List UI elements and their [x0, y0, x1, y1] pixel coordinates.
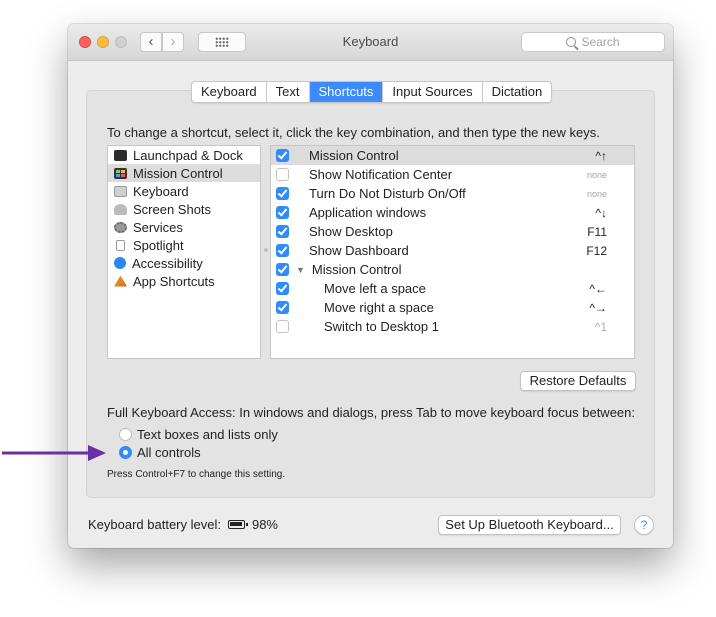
shortcut-key[interactable]: ^→ — [589, 301, 607, 315]
shortcut-row[interactable]: Mission Control ^↑ — [271, 146, 634, 165]
control-f7-hint: Press Control+F7 to change this setting. — [107, 469, 286, 480]
tab-bar: Keyboard Text Shortcuts Input Sources Di… — [191, 81, 553, 103]
mission-control-icon — [114, 167, 127, 179]
shortcut-checkbox[interactable] — [276, 244, 289, 257]
launchpad-icon — [114, 149, 127, 161]
shortcut-checkbox[interactable] — [276, 206, 289, 219]
battery-value: 98% — [251, 517, 278, 532]
shortcut-label: Show Desktop — [309, 224, 393, 239]
shortcut-checkbox[interactable] — [276, 149, 289, 162]
category-item-services[interactable]: Services — [108, 218, 260, 236]
shortcut-checkbox[interactable] — [276, 168, 289, 181]
category-label: Screen Shots — [133, 201, 212, 217]
preferences-window: ‹ › Keyboard Search Keyboard Text Shortc… — [68, 24, 673, 548]
shortcut-key[interactable]: F12 — [586, 244, 607, 258]
tab-dictation[interactable]: Dictation — [483, 82, 552, 102]
category-item-screen-shots[interactable]: Screen Shots — [108, 200, 260, 218]
setup-bluetooth-keyboard-button[interactable]: Set Up Bluetooth Keyboard... — [438, 515, 621, 535]
shortcut-row[interactable]: Switch to Desktop 1 ^1 — [271, 317, 634, 336]
radio-label: Text boxes and lists only — [137, 427, 278, 442]
shortcut-checkbox[interactable] — [276, 187, 289, 200]
keyboard-icon — [114, 185, 127, 197]
radio-label: All controls — [137, 445, 201, 460]
shortcut-checkbox[interactable] — [276, 282, 289, 295]
radio-text-boxes[interactable]: Text boxes and lists only — [119, 427, 278, 442]
gear-icon — [114, 221, 127, 233]
shortcut-row[interactable]: Show Dashboard F12 — [271, 241, 634, 260]
category-label: Services — [133, 219, 183, 235]
category-item-app-shortcuts[interactable]: App Shortcuts — [108, 272, 260, 290]
shortcut-list: Mission Control ^↑ Show Notification Cen… — [270, 145, 635, 359]
search-field[interactable]: Search — [521, 32, 665, 52]
shortcut-label: Show Dashboard — [309, 243, 409, 258]
disclosure-triangle-icon[interactable]: ▼ — [296, 265, 305, 275]
shortcut-label: Switch to Desktop 1 — [324, 319, 439, 334]
instruction-text: To change a shortcut, select it, click t… — [107, 125, 600, 140]
shortcut-label: Move left a space — [324, 281, 426, 296]
search-placeholder: Search — [581, 35, 620, 49]
shortcut-group-row[interactable]: ▼ Mission Control — [271, 260, 634, 279]
radio-all-controls[interactable]: All controls — [119, 445, 201, 460]
category-list: Launchpad & Dock Mission Control Keyboar… — [107, 145, 261, 359]
battery-level: Keyboard battery level: 98% — [88, 517, 278, 532]
category-item-spotlight[interactable]: Spotlight — [108, 236, 260, 254]
spotlight-icon — [116, 239, 125, 251]
category-label: Spotlight — [133, 237, 184, 253]
shortcut-group-label: Mission Control — [311, 262, 402, 277]
restore-defaults-button[interactable]: Restore Defaults — [520, 371, 636, 391]
radio-button[interactable] — [119, 446, 132, 459]
shortcut-label: Move right a space — [324, 300, 434, 315]
shortcut-key[interactable]: F11 — [587, 225, 607, 239]
title-bar: ‹ › Keyboard Search — [68, 24, 673, 61]
shortcut-key[interactable]: ^↓ — [595, 206, 607, 220]
category-label: Accessibility — [132, 255, 203, 271]
category-label: App Shortcuts — [133, 273, 215, 289]
category-label: Mission Control — [133, 165, 223, 181]
tab-input-sources[interactable]: Input Sources — [383, 82, 483, 102]
help-button[interactable]: ? — [634, 515, 654, 535]
shortcut-checkbox[interactable] — [276, 320, 289, 333]
shortcut-row[interactable]: Move right a space ^→ — [271, 298, 634, 317]
full-keyboard-access-label: Full Keyboard Access: In windows and dia… — [107, 405, 635, 420]
tab-shortcuts[interactable]: Shortcuts — [309, 82, 384, 102]
shortcut-row[interactable]: Move left a space ^← — [271, 279, 634, 298]
shortcut-label: Turn Do Not Disturb On/Off — [309, 186, 466, 201]
category-label: Launchpad & Dock — [133, 147, 243, 163]
shortcut-row[interactable]: Show Desktop F11 — [271, 222, 634, 241]
shortcut-key[interactable]: none — [587, 170, 607, 180]
screenshot-icon — [114, 203, 127, 215]
shortcut-checkbox[interactable] — [276, 263, 289, 276]
app-shortcuts-icon — [114, 275, 127, 287]
category-item-launchpad[interactable]: Launchpad & Dock — [108, 146, 260, 164]
radio-button[interactable] — [119, 428, 132, 441]
accessibility-icon — [114, 257, 126, 269]
category-item-keyboard[interactable]: Keyboard — [108, 182, 260, 200]
shortcut-label: Application windows — [309, 205, 427, 220]
shortcut-checkbox[interactable] — [276, 301, 289, 314]
shortcut-key[interactable]: ^↑ — [595, 149, 607, 163]
search-icon — [566, 37, 577, 47]
battery-icon — [227, 520, 248, 529]
annotation-arrow-icon — [2, 445, 106, 461]
shortcut-row[interactable]: Application windows ^↓ — [271, 203, 634, 222]
shortcut-checkbox[interactable] — [276, 225, 289, 238]
tab-keyboard[interactable]: Keyboard — [192, 82, 267, 102]
shortcut-label: Mission Control — [309, 148, 399, 163]
shortcut-key[interactable]: ^1 — [595, 320, 607, 334]
shortcut-key[interactable]: ^← — [589, 282, 607, 296]
shortcut-row[interactable]: Show Notification Center none — [271, 165, 634, 184]
shortcut-row[interactable]: Turn Do Not Disturb On/Off none — [271, 184, 634, 203]
battery-label: Keyboard battery level: — [88, 517, 221, 532]
category-label: Keyboard — [133, 183, 189, 199]
shortcut-label: Show Notification Center — [309, 167, 453, 182]
list-splitter-handle[interactable] — [264, 248, 268, 252]
category-item-accessibility[interactable]: Accessibility — [108, 254, 260, 272]
category-item-mission-control[interactable]: Mission Control — [108, 164, 260, 182]
shortcut-key[interactable]: none — [587, 189, 607, 199]
tab-text[interactable]: Text — [267, 82, 310, 102]
